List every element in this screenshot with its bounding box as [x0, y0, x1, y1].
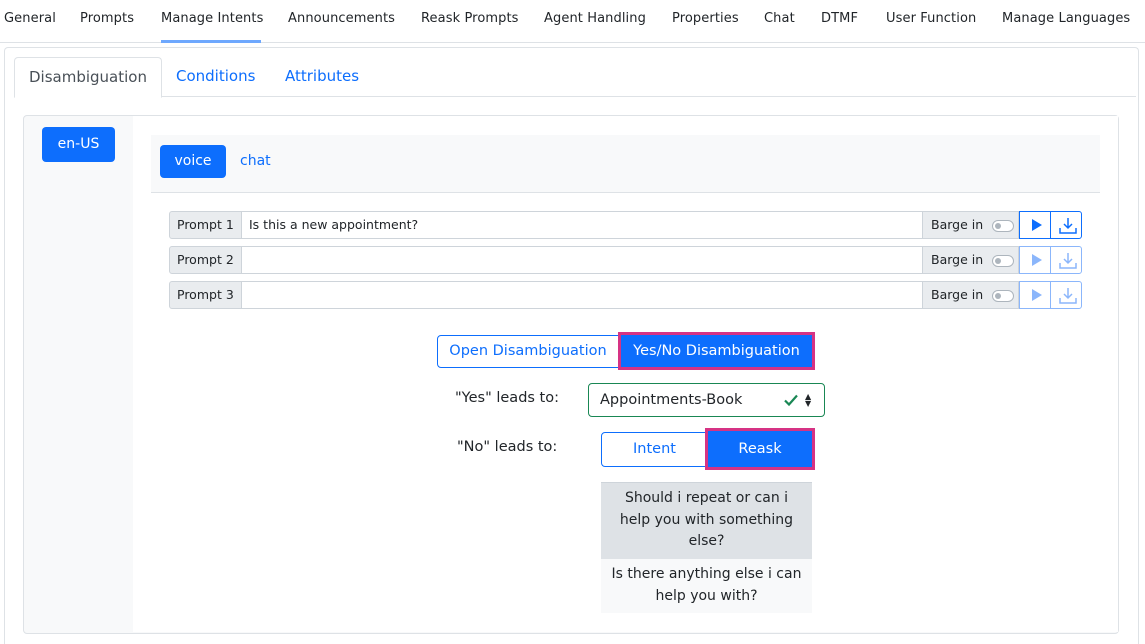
reask-option[interactable]: Is there anything else i can help you wi… — [601, 559, 812, 613]
no-leads-to-intent-button[interactable]: Intent — [601, 432, 708, 467]
barge-in-toggle[interactable] — [992, 255, 1014, 267]
subtab-disambiguation[interactable]: Disambiguation — [14, 57, 162, 98]
download-button[interactable] — [1050, 246, 1082, 274]
tab-chat[interactable]: Chat — [764, 11, 795, 26]
download-button[interactable] — [1050, 281, 1082, 309]
tab-prompts[interactable]: Prompts — [80, 11, 134, 26]
tab-properties[interactable]: Properties — [672, 11, 739, 26]
select-caret-icon: ▲ ▼ — [805, 392, 812, 408]
download-icon — [1059, 288, 1077, 304]
barge-in-group: Barge in — [922, 281, 1019, 309]
check-icon — [784, 394, 798, 407]
barge-in-label: Barge in — [931, 287, 984, 302]
top-nav: General Prompts Manage Intents Announcem… — [0, 0, 1145, 43]
prompt-row-1: Prompt 1 Is this a new appointment? Barg… — [169, 211, 1082, 239]
tab-manage-languages[interactable]: Manage Languages — [1002, 11, 1130, 26]
play-icon — [1032, 219, 1042, 231]
play-icon — [1032, 289, 1042, 301]
barge-in-group: Barge in — [922, 246, 1019, 274]
language-en-us-button[interactable]: en-US — [42, 127, 115, 162]
tab-dtmf[interactable]: DTMF — [821, 11, 858, 26]
barge-in-group: Barge in — [922, 211, 1019, 239]
active-tab-indicator — [161, 40, 261, 43]
subtab-conditions[interactable]: Conditions — [162, 57, 269, 97]
reask-option-selected[interactable]: Should i repeat or can i help you with s… — [601, 482, 812, 559]
barge-in-toggle[interactable] — [992, 220, 1014, 232]
yes-leads-to-label: "Yes" leads to: — [455, 390, 559, 406]
open-disambiguation-button[interactable]: Open Disambiguation — [437, 335, 619, 368]
no-leads-to-reask-button[interactable]: Reask — [705, 428, 815, 470]
reask-label: Reask — [738, 441, 782, 457]
prompt-input[interactable]: Is this a new appointment? — [241, 211, 923, 239]
yes-leads-to-select[interactable]: Appointments-Book ▲ ▼ — [588, 383, 825, 417]
barge-in-label: Barge in — [931, 217, 984, 232]
tab-announcements[interactable]: Announcements — [288, 11, 395, 26]
tab-reask-prompts[interactable]: Reask Prompts — [421, 11, 519, 26]
yes-no-disambiguation-button[interactable]: Yes/No Disambiguation — [618, 332, 815, 370]
download-icon — [1059, 253, 1077, 269]
download-icon — [1059, 218, 1077, 234]
channel-bar — [151, 135, 1100, 193]
subtab-attributes[interactable]: Attributes — [271, 57, 373, 97]
tab-manage-intents[interactable]: Manage Intents — [161, 11, 263, 26]
yes-leads-to-value: Appointments-Book — [600, 392, 743, 408]
prompt-row-2: Prompt 2 Barge in — [169, 246, 1082, 274]
barge-in-toggle[interactable] — [992, 290, 1014, 302]
prompt-input[interactable] — [241, 246, 923, 274]
tab-user-function[interactable]: User Function — [886, 11, 976, 26]
prompt-input[interactable] — [241, 281, 923, 309]
play-button[interactable] — [1019, 246, 1051, 274]
play-button[interactable] — [1019, 211, 1051, 239]
yes-no-disambiguation-label: Yes/No Disambiguation — [633, 343, 800, 359]
play-icon — [1032, 254, 1042, 266]
prompt-label: Prompt 2 — [169, 246, 242, 274]
reask-options-list: Should i repeat or can i help you with s… — [601, 482, 812, 613]
channel-voice-button[interactable]: voice — [160, 145, 226, 178]
barge-in-label: Barge in — [931, 252, 984, 267]
tab-agent-handling[interactable]: Agent Handling — [544, 11, 646, 26]
channel-chat-link[interactable]: chat — [240, 145, 271, 178]
play-button[interactable] — [1019, 281, 1051, 309]
prompt-row-3: Prompt 3 Barge in — [169, 281, 1082, 309]
no-leads-to-label: "No" leads to: — [457, 439, 558, 455]
download-button[interactable] — [1050, 211, 1082, 239]
prompt-label: Prompt 1 — [169, 211, 242, 239]
prompt-label: Prompt 3 — [169, 281, 242, 309]
sub-tabs: Disambiguation Conditions Attributes — [14, 57, 1136, 98]
tab-general[interactable]: General — [4, 11, 56, 26]
